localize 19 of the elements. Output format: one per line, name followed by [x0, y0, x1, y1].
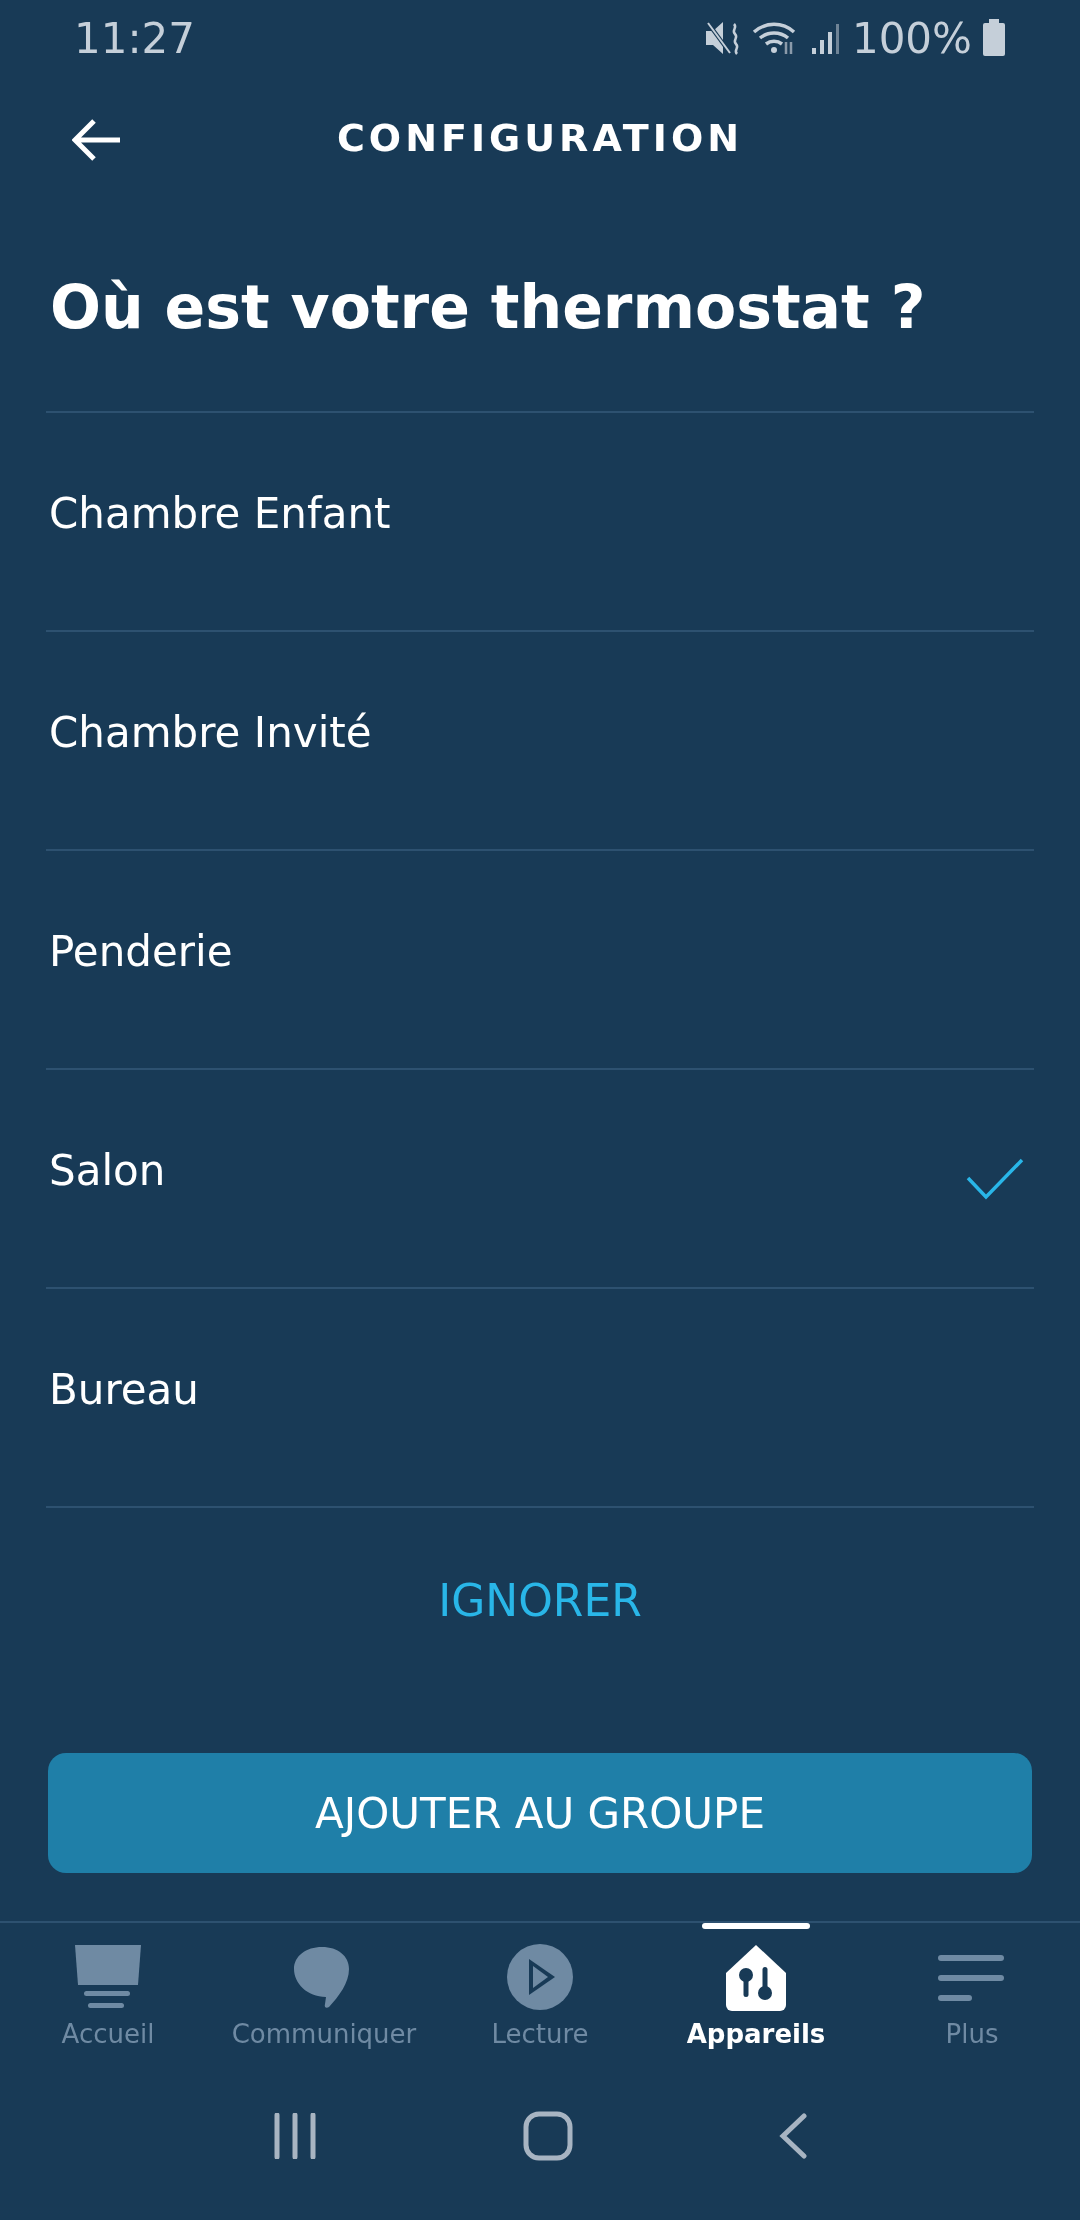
add-to-group-button[interactable]: AJOUTER AU GROUPE — [48, 1753, 1032, 1873]
battery-percent: 100% — [851, 12, 972, 65]
room-option[interactable]: Chambre Enfant — [46, 413, 1034, 632]
home-button-icon[interactable] — [523, 2111, 573, 2161]
back-nav-icon[interactable] — [777, 2113, 808, 2159]
back-arrow-icon — [72, 118, 122, 162]
room-option[interactable]: Penderie — [46, 851, 1034, 1070]
nav-tab[interactable]: Appareils — [648, 1923, 864, 2071]
room-option[interactable]: Salon — [46, 1070, 1034, 1289]
ignore-link[interactable]: IGNORER — [438, 1568, 642, 1628]
page-title: CONFIGURATION — [337, 114, 743, 162]
room-option[interactable]: Chambre Invité — [46, 632, 1034, 851]
question-heading: Où est votre thermostat ? — [49, 271, 927, 344]
battery-icon — [982, 19, 1006, 57]
recent-apps-icon[interactable] — [272, 2113, 319, 2159]
room-option[interactable]: Bureau — [46, 1289, 1034, 1508]
play-icon — [504, 1941, 576, 2013]
checkmark-icon — [966, 1157, 1024, 1200]
status-time: 11:27 — [74, 12, 196, 65]
